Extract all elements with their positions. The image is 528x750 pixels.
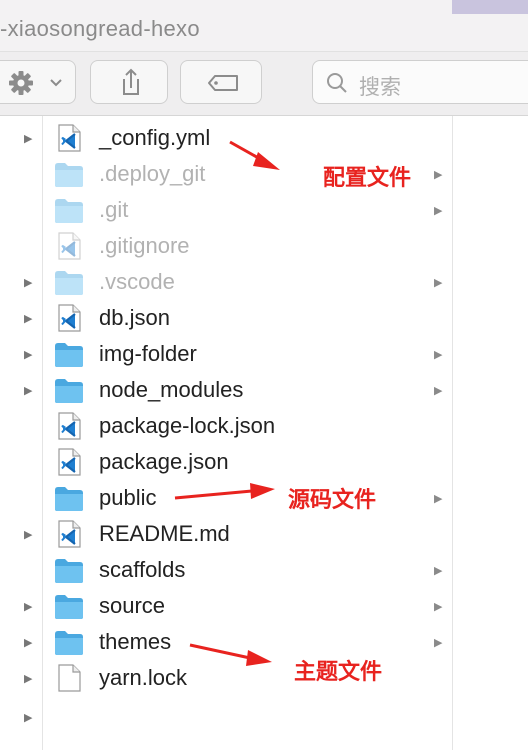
annotation-config-files: 配置文件 xyxy=(323,166,412,191)
window-title: -xiaosongread-hexo xyxy=(0,16,200,41)
window-titlebar: -xiaosongread-hexo xyxy=(0,0,528,52)
file-name: _config.yml xyxy=(99,125,211,150)
disclosure-triangle[interactable]: ▶ xyxy=(24,276,32,289)
file-row[interactable]: ▶ _config.yml xyxy=(0,120,528,156)
folder-chevron-icon: ▶ xyxy=(434,565,443,577)
file-row[interactable]: .git ▶ xyxy=(0,192,528,228)
file-row[interactable]: ▶ db.json xyxy=(0,300,528,336)
disclosure-triangle[interactable]: ▶ xyxy=(24,528,32,541)
annotation-theme-files: 主题文件 xyxy=(294,660,383,685)
file-row[interactable]: scaffolds ▶ xyxy=(0,552,528,588)
tag-button[interactable] xyxy=(180,60,262,104)
search-icon xyxy=(327,73,347,93)
folder-chevron-icon: ▶ xyxy=(434,205,443,217)
document-icon xyxy=(54,663,84,693)
annotation-source-files: 源码文件 xyxy=(288,488,377,513)
folder-icon xyxy=(54,591,84,621)
chevron-down-icon xyxy=(50,79,62,87)
file-row[interactable]: ▶ source ▶ xyxy=(0,588,528,624)
folder-icon xyxy=(54,483,84,513)
disclosure-triangle[interactable]: ▶ xyxy=(24,711,32,724)
file-row[interactable]: package.json xyxy=(0,444,528,480)
file-row[interactable]: ▶ themes ▶ xyxy=(0,624,528,660)
file-name: .deploy_git xyxy=(99,161,206,186)
file-name: README.md xyxy=(99,521,230,546)
vscode-file-icon xyxy=(54,123,84,153)
folder-chevron-icon: ▶ xyxy=(434,601,443,613)
disclosure-triangle[interactable]: ▶ xyxy=(24,384,32,397)
file-name: db.json xyxy=(99,305,170,330)
file-row[interactable]: ▶ yarn.lock xyxy=(0,660,528,696)
file-name: node_modules xyxy=(99,377,244,402)
disclosure-triangle[interactable]: ▶ xyxy=(24,312,32,325)
vscode-file-icon xyxy=(54,231,84,261)
folder-icon xyxy=(54,339,84,369)
search-placeholder: 搜索 xyxy=(359,76,401,99)
folder-chevron-icon: ▶ xyxy=(434,349,443,361)
folder-icon xyxy=(54,555,84,585)
file-row[interactable]: ▶ img-folder ▶ xyxy=(0,336,528,372)
file-name: themes xyxy=(99,629,172,654)
file-row[interactable]: package-lock.json xyxy=(0,408,528,444)
folder-chevron-icon: ▶ xyxy=(434,385,443,397)
disclosure-triangle[interactable]: ▶ xyxy=(24,600,32,613)
finder-toolbar: 搜索 xyxy=(0,52,528,116)
file-name: .gitignore xyxy=(99,233,190,258)
file-name: public xyxy=(99,485,157,510)
share-icon xyxy=(123,68,139,95)
disclosure-triangle[interactable]: ▶ xyxy=(24,348,32,361)
folder-icon xyxy=(54,267,84,297)
file-name: source xyxy=(99,593,166,618)
folder-icon xyxy=(54,159,84,189)
vscode-file-icon xyxy=(54,447,84,477)
disclosure-triangle[interactable]: ▶ xyxy=(24,132,32,145)
file-row[interactable]: ▶ README.md xyxy=(0,516,528,552)
file-name: .git xyxy=(99,197,129,222)
file-name: package.json xyxy=(99,449,229,474)
share-button[interactable] xyxy=(90,60,168,104)
disclosure-triangle[interactable]: ▶ xyxy=(24,636,32,649)
desktop-background-strip xyxy=(452,0,528,14)
file-name: package-lock.json xyxy=(99,413,276,438)
folder-chevron-icon: ▶ xyxy=(434,169,443,181)
vscode-file-icon xyxy=(54,519,84,549)
file-row[interactable]: .deploy_git ▶ xyxy=(0,156,528,192)
gear-icon xyxy=(9,71,62,95)
vscode-file-icon xyxy=(54,411,84,441)
file-row[interactable]: public ▶ xyxy=(0,480,528,516)
folder-icon xyxy=(54,195,84,225)
file-name: yarn.lock xyxy=(99,665,188,690)
tag-icon xyxy=(208,75,238,91)
disclosure-triangle[interactable]: ▶ xyxy=(24,672,32,685)
file-row[interactable]: .gitignore xyxy=(0,228,528,264)
search-input[interactable]: 搜索 xyxy=(312,60,528,104)
file-row[interactable]: ▶ node_modules ▶ xyxy=(0,372,528,408)
file-row[interactable]: ▶ .vscode ▶ xyxy=(0,264,528,300)
file-name: scaffolds xyxy=(99,557,186,582)
file-name: .vscode xyxy=(99,269,175,294)
action-menu-button[interactable] xyxy=(0,60,76,104)
folder-chevron-icon: ▶ xyxy=(434,277,443,289)
folder-icon xyxy=(54,627,84,657)
file-name: img-folder xyxy=(99,341,197,366)
folder-chevron-icon: ▶ xyxy=(434,637,443,649)
folder-icon xyxy=(54,375,84,405)
folder-chevron-icon: ▶ xyxy=(434,493,443,505)
vscode-file-icon xyxy=(54,303,84,333)
